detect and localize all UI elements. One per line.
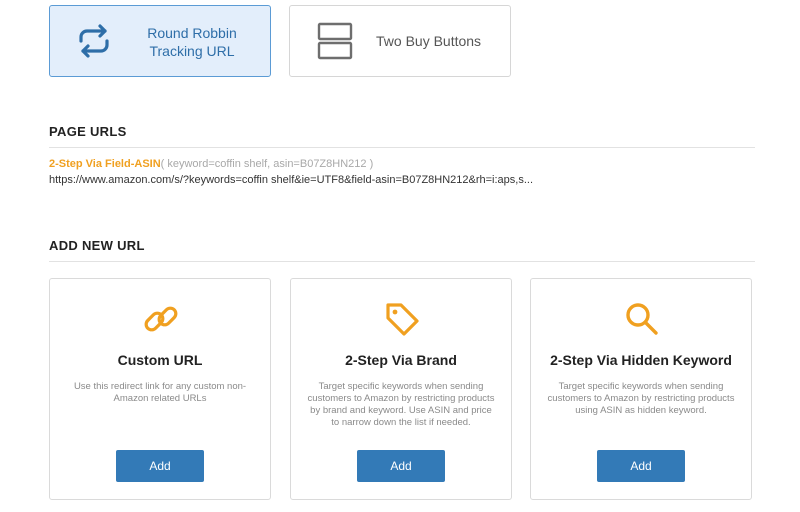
add-custom-url-button[interactable]: Add bbox=[116, 450, 204, 482]
tag-icon bbox=[386, 303, 419, 336]
refresh-arrows-icon bbox=[79, 24, 109, 58]
page-url-address: https://www.amazon.com/s/?keywords=coffi… bbox=[49, 174, 534, 186]
two-buy-buttons-option[interactable]: Two Buy Buttons bbox=[289, 5, 511, 77]
page-url-name-link[interactable]: 2-Step Via Field-ASIN bbox=[49, 158, 161, 170]
two-step-via-brand-description: Target specific keywords when sending cu… bbox=[307, 381, 495, 428]
round-robbin-tracking-url-label: Round Robbin Tracking URL bbox=[147, 25, 237, 59]
two-buy-buttons-label: Two Buy Buttons bbox=[376, 33, 482, 49]
round-robbin-tracking-url-option[interactable]: Round Robbin Tracking URL bbox=[49, 5, 271, 77]
page-urls-heading: PAGE URLS bbox=[49, 124, 755, 148]
two-step-via-hidden-keyword-description: Target specific keywords when sending cu… bbox=[547, 381, 735, 416]
search-icon bbox=[626, 303, 658, 335]
custom-url-title: Custom URL bbox=[117, 352, 203, 368]
custom-url-card: Custom URL Use this redirect link for an… bbox=[49, 278, 271, 500]
two-rectangles-icon bbox=[317, 22, 353, 60]
page-url-entry: 2-Step Via Field-ASIN( keyword=coffin sh… bbox=[49, 156, 755, 188]
custom-url-description: Use this redirect link for any custom no… bbox=[73, 381, 247, 404]
page-url-params: ( keyword=coffin shelf, asin=B07Z8HN212 … bbox=[160, 158, 374, 170]
add-new-url-heading: ADD NEW URL bbox=[49, 238, 755, 262]
two-step-via-brand-title: 2-Step Via Brand bbox=[345, 352, 457, 368]
two-step-via-hidden-keyword-title: 2-Step Via Hidden Keyword bbox=[550, 352, 732, 368]
link-icon bbox=[144, 306, 178, 332]
two-step-via-brand-card: 2-Step Via Brand Target specific keyword… bbox=[290, 278, 512, 500]
add-two-step-via-hidden-keyword-button[interactable]: Add bbox=[597, 450, 685, 482]
add-two-step-via-brand-button[interactable]: Add bbox=[357, 450, 445, 482]
two-step-via-hidden-keyword-card: 2-Step Via Hidden Keyword Target specifi… bbox=[530, 278, 752, 500]
